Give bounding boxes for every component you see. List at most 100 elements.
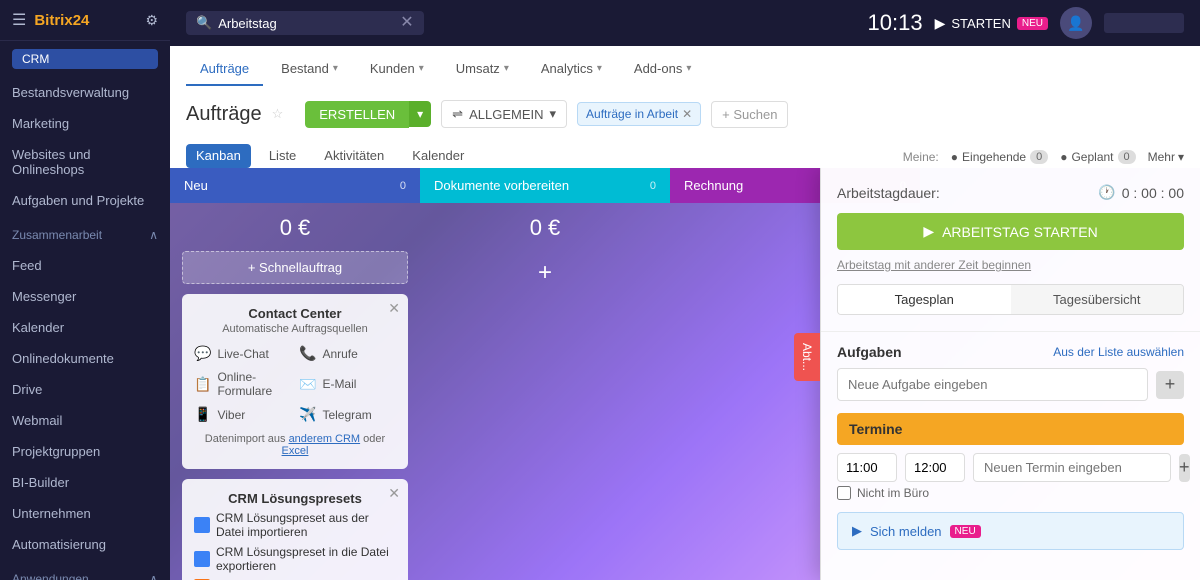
tab-addons[interactable]: Add-ons ▾ bbox=[620, 53, 705, 86]
kanban-col-body-neu: 0 € + Schnellauftrag ✕ Contact Center Au… bbox=[170, 203, 420, 580]
suchen-button[interactable]: + Suchen bbox=[711, 101, 788, 128]
time-from-input[interactable] bbox=[837, 453, 897, 482]
close-icon[interactable]: ✕ bbox=[400, 15, 413, 31]
user-name bbox=[1104, 13, 1184, 33]
filter-button[interactable]: ⇌ ALLGEMEIN ▾ bbox=[441, 100, 567, 128]
sidebar-item-onlinedokumente[interactable]: Onlinedokumente bbox=[0, 343, 170, 374]
card-item-telegram[interactable]: ✈️ Telegram bbox=[299, 406, 396, 423]
tab-umsatz[interactable]: Umsatz ▾ bbox=[442, 53, 523, 86]
sub-tab-kalender[interactable]: Kalender bbox=[402, 144, 474, 168]
avatar[interactable]: 👤 bbox=[1060, 7, 1092, 39]
sidebar-item-marketing[interactable]: Marketing bbox=[0, 108, 170, 139]
sidebar: ☰ Bitrix24 ⚙ CRM Bestandsverwaltung Mark… bbox=[0, 0, 170, 580]
logo: Bitrix24 bbox=[34, 12, 89, 29]
arbeitstag-starten-button[interactable]: ▶ ARBEITSTAG STARTEN bbox=[837, 213, 1184, 250]
sidebar-item-kalender[interactable]: Kalender bbox=[0, 312, 170, 343]
sub-tab-liste[interactable]: Liste bbox=[259, 144, 306, 168]
card-item-formulare[interactable]: 📋 Online-Formulare bbox=[194, 370, 291, 398]
geplant-count: 0 bbox=[1118, 150, 1136, 164]
chevron-up-icon2: ∧ bbox=[149, 572, 158, 580]
create-dropdown-button[interactable]: ▾ bbox=[409, 101, 431, 127]
viber-icon: 📱 bbox=[194, 406, 211, 423]
overlay-title-row: Arbeitstagdauer: 🕐 0 : 00 : 00 bbox=[837, 184, 1184, 201]
nav-tabs: Aufträge Bestand ▾ Kunden ▾ Umsatz ▾ Ana… bbox=[170, 46, 1200, 92]
tab-kunden[interactable]: Kunden ▾ bbox=[356, 53, 438, 86]
main-content: 🔍 ✕ 10:13 ▶ STARTEN NEU 👤 Aufträge Besta… bbox=[170, 0, 1200, 580]
chevron-down-icon7: ▾ bbox=[1178, 150, 1184, 164]
sub-tab-kanban[interactable]: Kanban bbox=[186, 144, 251, 168]
sidebar-item-websites[interactable]: Websites und Onlineshops bbox=[0, 139, 170, 185]
card-grid: 💬 Live-Chat 📞 Anrufe 📋 Online-Formulare bbox=[194, 345, 396, 423]
aus-liste-link[interactable]: Aus der Liste auswählen bbox=[1053, 345, 1184, 359]
termine-header: Termine bbox=[837, 413, 1184, 445]
card-item-livechat[interactable]: 💬 Live-Chat bbox=[194, 345, 291, 362]
sich-melden-button[interactable]: ▶ Sich melden NEU bbox=[837, 512, 1184, 550]
crm-link[interactable]: anderem CRM bbox=[289, 433, 361, 445]
sidebar-item-automatisierung[interactable]: Automatisierung bbox=[0, 529, 170, 560]
remove-filter-icon[interactable]: ✕ bbox=[682, 107, 692, 121]
excel-link[interactable]: Excel bbox=[282, 445, 309, 457]
add-aufgabe-button[interactable]: + bbox=[1156, 371, 1184, 399]
meine-label: Meine: bbox=[903, 150, 939, 164]
mehr-button[interactable]: Mehr ▾ bbox=[1148, 150, 1184, 164]
settings-icon[interactable]: ⚙ bbox=[145, 12, 158, 29]
sidebar-item-unternehmen[interactable]: Unternehmen bbox=[0, 498, 170, 529]
sub-tab-aktivitaeten[interactable]: Aktivitäten bbox=[314, 144, 394, 168]
card-footer: Datenimport aus anderem CRM oder Excel bbox=[194, 433, 396, 457]
search-input[interactable] bbox=[218, 16, 394, 31]
crm-item-migrate[interactable]: Aus anderem CRM migrieren bbox=[194, 576, 396, 580]
page-title-row: Aufträge ☆ ERSTELLEN ▾ ⇌ ALLGEMEIN ▾ Auf… bbox=[186, 100, 1184, 136]
time-to-input[interactable] bbox=[905, 453, 965, 482]
sidebar-item-messenger[interactable]: Messenger bbox=[0, 281, 170, 312]
tab-tagesplan[interactable]: Tagesplan bbox=[838, 285, 1011, 314]
schnellauftrag-button[interactable]: + Schnellauftrag bbox=[182, 251, 408, 284]
arbeitstag-link[interactable]: Arbeitstag mit anderer Zeit beginnen bbox=[837, 258, 1184, 272]
card-subtitle: Automatische Auftragsquellen bbox=[194, 323, 396, 335]
termine-section: Termine + Nicht im Büro bbox=[837, 413, 1184, 500]
card2-close-icon[interactable]: ✕ bbox=[388, 485, 400, 502]
contact-center-card: ✕ Contact Center Automatische Auftragsqu… bbox=[182, 294, 408, 469]
export-icon bbox=[194, 551, 210, 567]
overlay-header: Arbeitstagdauer: 🕐 0 : 00 : 00 ▶ ARBEITS… bbox=[821, 168, 1200, 332]
sidebar-item-webmail[interactable]: Webmail bbox=[0, 405, 170, 436]
hamburger-icon[interactable]: ☰ bbox=[12, 10, 26, 30]
meine-eingehende[interactable]: ● Eingehende 0 bbox=[951, 150, 1048, 164]
play-icon: ▶ bbox=[935, 15, 946, 32]
tab-analytics[interactable]: Analytics ▾ bbox=[527, 53, 616, 86]
card-close-icon[interactable]: ✕ bbox=[388, 300, 400, 317]
chevron-down-icon2: ▾ bbox=[419, 63, 424, 74]
kanban-col-dokumente: Dokumente vorbereiten 0 0 € + bbox=[420, 168, 670, 580]
tab-tagesuebersicht[interactable]: Tagesübersicht bbox=[1011, 285, 1184, 314]
sidebar-item-drive[interactable]: Drive bbox=[0, 374, 170, 405]
card-item-viber[interactable]: 📱 Viber bbox=[194, 406, 291, 423]
import-icon bbox=[194, 517, 210, 533]
sidebar-item-bi-builder[interactable]: BI-Builder bbox=[0, 467, 170, 498]
nicht-im-büro-checkbox[interactable] bbox=[837, 486, 851, 500]
anrufe-icon: 📞 bbox=[299, 345, 316, 362]
card-item-email[interactable]: ✉️ E-Mail bbox=[299, 370, 396, 398]
tab-bestand[interactable]: Bestand ▾ bbox=[267, 53, 352, 86]
chevron-down-icon4: ▾ bbox=[597, 63, 602, 74]
add-termin-button[interactable]: + bbox=[1179, 454, 1190, 482]
termin-name-input[interactable] bbox=[973, 453, 1171, 482]
aufgabe-input[interactable] bbox=[837, 368, 1148, 401]
eingehende-count: 0 bbox=[1030, 150, 1048, 164]
create-button[interactable]: ERSTELLEN bbox=[305, 101, 409, 128]
sidebar-item-bestandsverwaltung[interactable]: Bestandsverwaltung bbox=[0, 77, 170, 108]
kanban-col-neu: Neu 0 0 € + Schnellauftrag ✕ Contact Cen… bbox=[170, 168, 420, 580]
crm-item-import[interactable]: CRM Lösungspreset aus der Datei importie… bbox=[194, 508, 396, 542]
starten-button[interactable]: ▶ STARTEN NEU bbox=[935, 15, 1048, 32]
abt-tab[interactable]: Abt... bbox=[794, 333, 820, 381]
card-item-anrufe[interactable]: 📞 Anrufe bbox=[299, 345, 396, 362]
sidebar-item-feed[interactable]: Feed bbox=[0, 250, 170, 281]
crm-item-export[interactable]: CRM Lösungspreset in die Datei exportier… bbox=[194, 542, 396, 576]
star-icon[interactable]: ☆ bbox=[272, 106, 284, 122]
crm-badge[interactable]: CRM bbox=[12, 49, 158, 69]
add-dokument-icon[interactable]: + bbox=[432, 259, 658, 287]
sich-melden-neu-badge: NEU bbox=[950, 525, 981, 538]
tab-auftraege[interactable]: Aufträge bbox=[186, 53, 263, 86]
nicht-im-büro-row: Nicht im Büro bbox=[837, 486, 1184, 500]
sidebar-item-aufgaben[interactable]: Aufgaben und Projekte bbox=[0, 185, 170, 216]
meine-geplant[interactable]: ● Geplant 0 bbox=[1060, 150, 1135, 164]
sidebar-item-projektgruppen[interactable]: Projektgruppen bbox=[0, 436, 170, 467]
